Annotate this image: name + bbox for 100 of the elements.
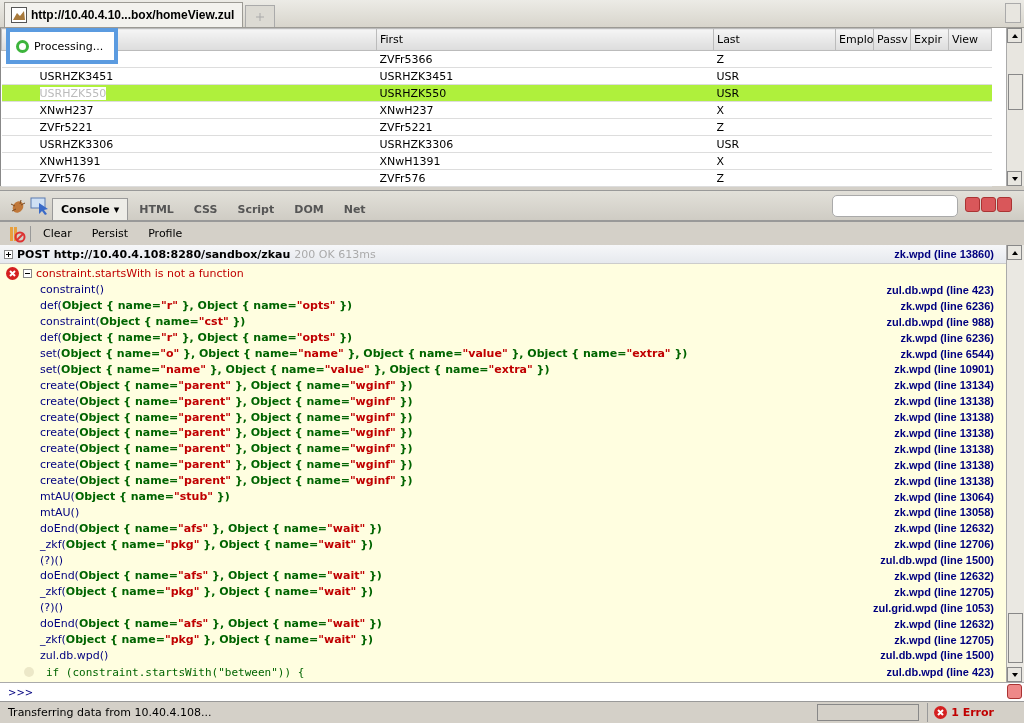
request-row[interactable]: POST http://10.40.4.108:8280/sandbox/zkau 200 OK 613ms zk.wpd (line 13860) (0, 245, 1006, 264)
source-link[interactable]: zk.wpd (line 13138) (894, 458, 1006, 471)
error-icon (6, 266, 19, 280)
scrollbar-thumb[interactable] (1008, 613, 1023, 663)
table-cell: Z (716, 52, 725, 66)
table-cell: USR (716, 137, 740, 151)
source-link[interactable]: zk.wpd (line 13138) (894, 442, 1006, 455)
column-header[interactable]: Expir (910, 28, 949, 51)
source-link[interactable]: zk.wpd (line 6236) (900, 299, 1006, 312)
source-link[interactable]: zk.wpd (line 13860) (894, 248, 1006, 260)
source-link[interactable]: zk.wpd (line 6544) (900, 347, 1006, 360)
column-header[interactable]: View (948, 28, 992, 51)
panel-tab[interactable]: HTML (130, 198, 183, 220)
breakpoint-dot-icon[interactable] (24, 667, 34, 678)
source-link[interactable]: zk.wpd (line 13134) (894, 379, 1006, 392)
source-link[interactable]: zk.wpd (line 10901) (894, 363, 1006, 376)
tab-list-button[interactable] (1005, 3, 1021, 23)
table-row[interactable]: USRHZK3306 USRHZK3306 USR (1, 135, 992, 153)
inspect-icon[interactable] (30, 195, 50, 216)
table-cell: USRHZK3306 (379, 137, 454, 151)
source-link[interactable]: zk.wpd (line 12705) (894, 585, 1006, 598)
column-header[interactable]: Emplo (835, 28, 874, 51)
spinner-icon (16, 39, 29, 53)
clear-console-icon[interactable] (8, 224, 26, 243)
scroll-down-button[interactable] (1007, 667, 1022, 682)
expand-icon[interactable] (4, 249, 13, 259)
table-cell: X (716, 103, 725, 117)
table-cell: USR (716, 86, 740, 100)
minimize-button[interactable] (965, 197, 980, 212)
stack-frame: _zkf(Object { name="pkg" }, Object { name="wait" }) (40, 585, 374, 599)
scroll-down-button[interactable] (1007, 171, 1022, 186)
source-link[interactable]: zk.wpd (line 13064) (894, 490, 1006, 503)
search-field[interactable] (832, 195, 958, 217)
stack-frame: create(Object { name="parent" }, Object { name="wginf" }) (40, 378, 413, 392)
source-link[interactable]: zul.db.wpd (line 1500) (880, 554, 1006, 567)
stack-frame: create(Object { name="parent" }, Object { name="wginf" }) (40, 410, 413, 424)
table-cell: USR (716, 69, 740, 83)
source-link[interactable]: zul.db.wpd (line 423) (886, 283, 1006, 296)
column-header[interactable]: Last (713, 28, 836, 51)
source-link[interactable]: zk.wpd (line 6236) (900, 331, 1006, 344)
stack-frame: create(Object { name="parent" }, Object { name="wginf" }) (40, 426, 413, 440)
error-count[interactable]: 1 Error (927, 703, 1006, 722)
table-cell: ZVFr5221 (39, 120, 93, 134)
new-tab-button[interactable] (245, 5, 276, 27)
request-status: 200 OK 613ms (294, 247, 376, 261)
source-link[interactable]: zk.wpd (line 12632) (894, 522, 1006, 535)
toolbar-button[interactable]: Profile (140, 227, 191, 240)
collapse-icon[interactable] (23, 268, 32, 278)
stack-frame: _zkf(Object { name="pkg" }, Object { name="wait" }) (40, 537, 374, 551)
stack-frame: mtAU() (40, 505, 80, 519)
stack-frame: create(Object { name="parent" }, Object { name="wginf" }) (40, 394, 413, 408)
source-link[interactable]: zk.wpd (line 13138) (894, 474, 1006, 487)
stack-frame: doEnd(Object { name="afs" }, Object { name="wait" }) (40, 521, 382, 535)
table-row[interactable]: ZVFr5221 ZVFr5221 Z (1, 118, 992, 136)
source-link[interactable]: zul.db.wpd (line 1500) (880, 649, 1006, 662)
source-link[interactable]: zk.wpd (line 13138) (894, 395, 1006, 408)
column-header[interactable]: First (376, 28, 714, 51)
stack-frame: def(Object { name="r" }, Object { name="opts" }) (40, 299, 353, 313)
table-cell: Z (716, 171, 725, 185)
stack-frame: (?)() (40, 601, 63, 615)
panel-tab[interactable]: CSS (184, 198, 227, 220)
table-row[interactable]: ZVFr576 ZVFr576 Z (1, 169, 992, 187)
source-link[interactable]: zk.wpd (line 12632) (894, 569, 1006, 582)
source-link[interactable]: zk.wpd (line 13138) (894, 426, 1006, 439)
scroll-up-button[interactable] (1007, 28, 1022, 43)
table-cell: ZVFr5221 (379, 120, 433, 134)
scrollbar-thumb[interactable] (1008, 74, 1023, 110)
source-code-line: if (constraint.startsWith("between")) { (46, 665, 305, 679)
table-row[interactable]: XNwH1391 XNwH1391 X (1, 152, 992, 170)
source-link[interactable]: zul.db.wpd (line 423) (886, 666, 1006, 679)
toolbar-button[interactable]: Persist (83, 227, 137, 240)
source-link[interactable]: zul.db.wpd (line 988) (886, 315, 1006, 328)
power-button[interactable] (997, 197, 1012, 212)
panel-tab[interactable]: Console ▾ (52, 198, 129, 220)
detach-button[interactable] (981, 197, 996, 212)
panel-tab[interactable]: Script (228, 198, 284, 220)
source-link[interactable]: zk.wpd (line 12632) (894, 617, 1006, 630)
source-link[interactable]: zk.wpd (line 13138) (894, 411, 1006, 424)
request-url: POST http://10.40.4.108:8280/sandbox/zkau (17, 247, 291, 261)
stack-frame: doEnd(Object { name="afs" }, Object { name="wait" }) (40, 617, 382, 631)
browser-tab[interactable]: http://10.40.4.10...box/homeView.zul (4, 2, 244, 27)
panel-tab[interactable]: Net (334, 198, 375, 220)
table-row[interactable]: USRHZK550 USRHZK550 USR (1, 84, 992, 102)
table-row[interactable]: USRHZK3451 USRHZK3451 USR (1, 67, 992, 85)
source-link[interactable]: zk.wpd (line 12705) (894, 633, 1006, 646)
stack-frame: doEnd(Object { name="afs" }, Object { name="wait" }) (40, 569, 382, 583)
stack-frame: constraint() (40, 283, 104, 297)
toolbar-button[interactable]: Clear (35, 227, 80, 240)
scroll-up-button[interactable] (1007, 245, 1022, 260)
table-cell: XNwH237 (379, 103, 434, 117)
plus-icon (255, 11, 266, 22)
source-link[interactable]: zul.grid.wpd (line 1053) (872, 601, 1006, 614)
stack-frame: set(Object { name="name" }, Object { name="value" }, Object { name="extra" }) (40, 362, 550, 376)
table-row[interactable]: XNwH237 XNwH237 X (1, 101, 992, 119)
panel-tab[interactable]: DOM (285, 198, 333, 220)
column-header[interactable]: Passv (873, 28, 911, 51)
stack-frame: zul.db.wpd() (40, 648, 109, 662)
source-link[interactable]: zk.wpd (line 13058) (894, 506, 1006, 519)
table-cell: ZVFr5366 (379, 52, 433, 66)
source-link[interactable]: zk.wpd (line 12706) (894, 538, 1006, 551)
